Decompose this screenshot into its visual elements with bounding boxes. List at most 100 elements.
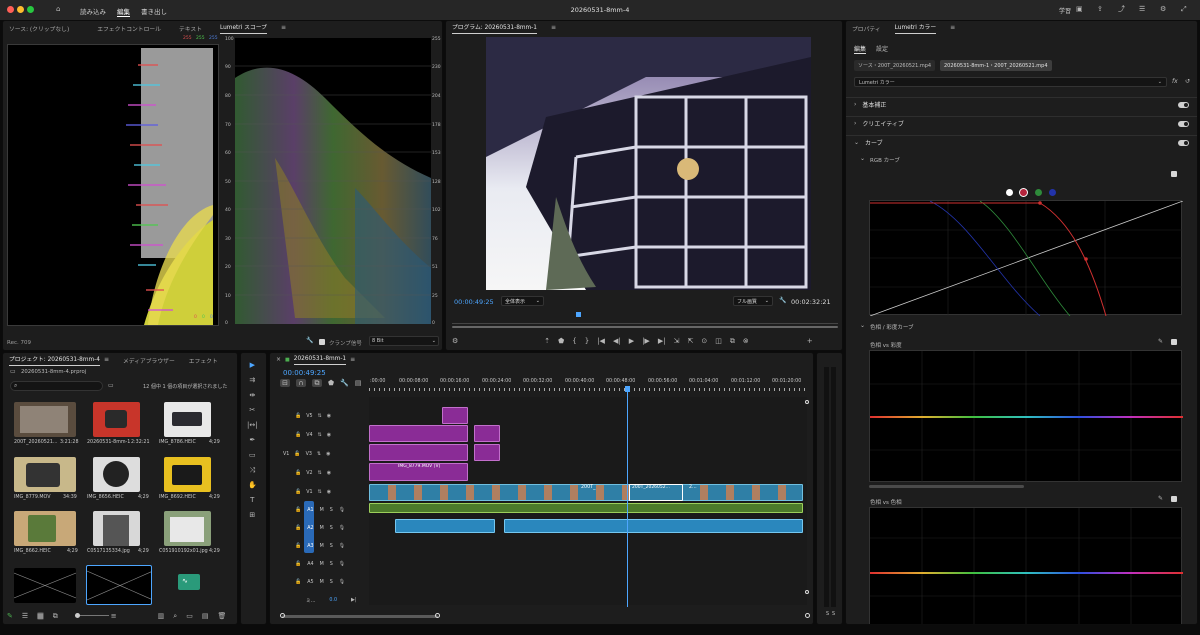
- eye-icon[interactable]: ◉: [327, 469, 331, 477]
- fullscreen-icon[interactable]: ⤢: [1181, 5, 1187, 13]
- mic-icon[interactable]: 🎙: [339, 542, 345, 550]
- settings-icon[interactable]: ⚙: [452, 337, 458, 345]
- captions-icon[interactable]: ▤: [355, 379, 362, 387]
- channel-green[interactable]: [1035, 189, 1042, 196]
- quick-export-icon[interactable]: ⤴: [1118, 5, 1125, 13]
- eye-icon[interactable]: ◉: [327, 488, 331, 496]
- project-item-thumb[interactable]: [164, 511, 211, 546]
- icon-view-icon[interactable]: ▦: [37, 612, 44, 620]
- pen-icon[interactable]: ✒: [247, 436, 258, 444]
- play-icon[interactable]: ▶: [629, 337, 634, 345]
- mic-icon[interactable]: 🎙: [339, 506, 345, 514]
- section-curves[interactable]: ⌄ カーブ: [846, 135, 1197, 149]
- project-item-thumb[interactable]: [93, 402, 140, 437]
- clip-v5[interactable]: [442, 407, 468, 424]
- settings-icon[interactable]: ⚙: [1160, 5, 1166, 13]
- playhead[interactable]: [627, 387, 628, 607]
- eye-icon[interactable]: ◉: [327, 412, 331, 420]
- wrench-icon[interactable]: 🔧: [340, 379, 349, 387]
- reset-icon[interactable]: ↺: [1185, 78, 1190, 86]
- clip-a2[interactable]: [395, 519, 495, 533]
- find-icon[interactable]: ⌕: [173, 612, 177, 620]
- sort-icon[interactable]: ≡: [111, 612, 117, 620]
- sequence-clip-chip[interactable]: 20260531-8mm-1・200T_20260521.mp4: [940, 60, 1052, 71]
- mute-button[interactable]: M: [320, 526, 324, 531]
- lock-icon[interactable]: 🔓: [295, 542, 301, 550]
- comparison-icon[interactable]: ◫: [715, 337, 722, 345]
- fx-icon[interactable]: fx: [1172, 78, 1178, 86]
- program-timecode[interactable]: 00:00:49:25: [454, 298, 494, 306]
- overwrite-icon[interactable]: ⇱: [687, 337, 693, 345]
- scrub-bar[interactable]: [452, 326, 838, 328]
- sync-lock-icon[interactable]: ⇅: [318, 469, 322, 477]
- mute-button[interactable]: M: [320, 580, 324, 585]
- bit-depth-select[interactable]: 8 Bit ⌄: [369, 336, 439, 346]
- mute-button[interactable]: M: [320, 508, 324, 513]
- project-item-thumb[interactable]: [93, 457, 140, 492]
- lock-icon[interactable]: 🔓: [295, 412, 301, 420]
- project-item-thumb[interactable]: [14, 511, 76, 546]
- new-bin-icon[interactable]: ▭: [186, 612, 193, 620]
- source-patch[interactable]: V1: [283, 452, 289, 457]
- clip-v2[interactable]: IMG_8779.MOV [V]: [369, 463, 468, 481]
- tab-project[interactable]: プロジェクト: 20260531-8mm-4: [9, 354, 100, 366]
- razor-icon[interactable]: ✂: [247, 406, 258, 414]
- learn-button[interactable]: 学習: [1059, 6, 1071, 15]
- remix-icon[interactable]: ⤨: [247, 466, 258, 474]
- project-item-thumb-audio[interactable]: ∿: [178, 574, 200, 590]
- lock-icon[interactable]: 🔓: [294, 450, 300, 458]
- rectangle-icon[interactable]: ▭: [247, 451, 258, 459]
- track-area[interactable]: IMG_8779.MOV [V] 200T_ 200T_2026052... 2…: [369, 387, 809, 607]
- clip-v1-selected[interactable]: 200T_2026052...: [629, 484, 683, 501]
- zoom-slider-handle[interactable]: [75, 613, 80, 618]
- tab-lumetri-color[interactable]: Lumetri カラー: [895, 22, 937, 34]
- track-select-icon[interactable]: ⇉: [247, 376, 258, 384]
- lumetri-scrollbar[interactable]: [869, 485, 1024, 488]
- playhead-handle[interactable]: [625, 386, 630, 392]
- type-tool-icon[interactable]: T: [247, 496, 258, 504]
- project-item-thumb[interactable]: [14, 568, 76, 603]
- clip-v3[interactable]: [474, 444, 500, 461]
- step-forward-icon[interactable]: |▶: [642, 337, 650, 345]
- tab-effect-controls[interactable]: エフェクトコントロール: [97, 24, 161, 33]
- caption-tool-icon[interactable]: ⊞: [247, 511, 258, 519]
- mute-button[interactable]: M: [320, 562, 324, 567]
- tab-menu-icon[interactable]: ≡: [281, 24, 286, 32]
- vr-icon[interactable]: ⊗: [743, 337, 749, 345]
- project-search[interactable]: ⌕: [10, 381, 103, 391]
- zoom-slider[interactable]: [75, 615, 109, 616]
- section-basic[interactable]: › 基本補正: [846, 97, 1197, 111]
- goto-out-icon[interactable]: ▶|: [658, 337, 666, 345]
- lock-icon[interactable]: 🔓: [295, 560, 301, 568]
- program-scrubber[interactable]: [452, 312, 838, 328]
- tab-menu-icon[interactable]: ≡: [551, 24, 556, 32]
- new-bin-icon[interactable]: ▭: [108, 382, 114, 390]
- tab-source[interactable]: ソース: (クリップなし): [9, 24, 69, 33]
- tab-effects[interactable]: エフェクト: [189, 356, 218, 365]
- clamp-checkbox[interactable]: [319, 339, 325, 345]
- preset-select[interactable]: Lumetri カラー ⌄: [854, 77, 1167, 87]
- hue-vs-sat-checkbox[interactable]: [1171, 339, 1177, 345]
- linked-select-icon[interactable]: ⧉: [312, 379, 322, 387]
- creative-toggle[interactable]: [1178, 120, 1189, 127]
- quality-select[interactable]: フル画質 ⌄: [733, 296, 773, 306]
- playhead-marker[interactable]: [576, 312, 581, 317]
- sync-lock-icon[interactable]: ⇅: [318, 431, 322, 439]
- mark-in-icon[interactable]: {: [572, 337, 576, 345]
- channel-red[interactable]: [1019, 188, 1028, 197]
- track-area-scroll-top[interactable]: [805, 400, 809, 404]
- time-ruler[interactable]: :00:00 00:00:08:00 00:00:16:00 00:00:24:…: [369, 378, 807, 392]
- lock-icon[interactable]: 🔓: [295, 578, 301, 586]
- snap-icon[interactable]: ∩: [296, 379, 306, 387]
- project-item-thumb[interactable]: [164, 457, 211, 492]
- hue-vs-hue-checkbox[interactable]: [1171, 496, 1177, 502]
- mic-icon[interactable]: 🎙: [339, 560, 345, 568]
- pencil-icon[interactable]: ✎: [7, 612, 13, 620]
- subtab-settings[interactable]: 設定: [876, 44, 888, 53]
- solo-button[interactable]: S: [330, 544, 333, 549]
- hue-vs-hue-graph[interactable]: [869, 507, 1183, 624]
- tab-menu-icon[interactable]: ≡: [950, 24, 955, 32]
- goto-in-icon[interactable]: |◀: [597, 337, 605, 345]
- tab-text[interactable]: テキスト: [179, 24, 202, 33]
- proxy-icon[interactable]: ⧉: [730, 337, 735, 345]
